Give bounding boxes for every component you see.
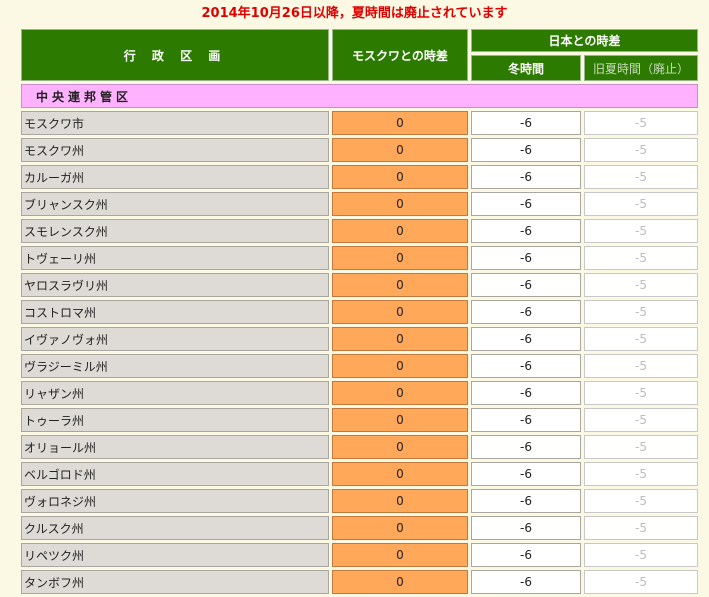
region-name-cell: コストロマ州: [21, 300, 329, 324]
moscow-diff-cell: 0: [332, 570, 468, 594]
region-name-cell: オリョール州: [21, 435, 329, 459]
table-row: コストロマ州 0 -6 -5: [21, 300, 698, 324]
table-row: リャザン州 0 -6 -5: [21, 381, 698, 405]
region-name-cell: クルスク州: [21, 516, 329, 540]
region-name-cell: モスクワ市: [21, 111, 329, 135]
winter-diff-cell: -6: [471, 219, 581, 243]
table-row: トヴェーリ州 0 -6 -5: [21, 246, 698, 270]
region-name-cell: リャザン州: [21, 381, 329, 405]
moscow-diff-cell: 0: [332, 273, 468, 297]
region-name-cell: タンボフ州: [21, 570, 329, 594]
summer-diff-cell: -5: [584, 354, 698, 378]
region-name-cell: カルーガ州: [21, 165, 329, 189]
summer-diff-cell: -5: [584, 246, 698, 270]
section-central-federal-district: 中央連邦管区: [21, 84, 698, 108]
table-row: カルーガ州 0 -6 -5: [21, 165, 698, 189]
winter-diff-cell: -6: [471, 516, 581, 540]
table-row: イヴァノヴォ州 0 -6 -5: [21, 327, 698, 351]
region-name-cell: ヴラジーミル州: [21, 354, 329, 378]
winter-diff-cell: -6: [471, 381, 581, 405]
table-row: ヴラジーミル州 0 -6 -5: [21, 354, 698, 378]
table-row: モスクワ州 0 -6 -5: [21, 138, 698, 162]
winter-diff-cell: -6: [471, 435, 581, 459]
summer-diff-cell: -5: [584, 516, 698, 540]
moscow-diff-cell: 0: [332, 246, 468, 270]
timezone-table: 行 政 区 画 モスクワとの時差 日本との時差 冬時間 旧夏時間（廃止） 中央連…: [18, 26, 701, 597]
region-header: 行 政 区 画: [21, 29, 329, 81]
winter-time-header: 冬時間: [471, 55, 581, 81]
dst-abolished-notice: 2014年10月26日以降，夏時間は廃止されています: [201, 6, 508, 21]
moscow-diff-cell: 0: [332, 381, 468, 405]
table-row: ヴォロネジ州 0 -6 -5: [21, 489, 698, 513]
moscow-diff-cell: 0: [332, 462, 468, 486]
winter-diff-cell: -6: [471, 408, 581, 432]
moscow-diff-cell: 0: [332, 111, 468, 135]
table-row: クルスク州 0 -6 -5: [21, 516, 698, 540]
summer-diff-cell: -5: [584, 138, 698, 162]
table-row: ヤロスラヴリ州 0 -6 -5: [21, 273, 698, 297]
winter-diff-cell: -6: [471, 192, 581, 216]
region-name-cell: スモレンスク州: [21, 219, 329, 243]
winter-diff-cell: -6: [471, 354, 581, 378]
region-name-cell: リペツク州: [21, 543, 329, 567]
table-row: スモレンスク州 0 -6 -5: [21, 219, 698, 243]
moscow-diff-cell: 0: [332, 354, 468, 378]
summer-diff-cell: -5: [584, 273, 698, 297]
table-row: タンボフ州 0 -6 -5: [21, 570, 698, 594]
moscow-diff-cell: 0: [332, 192, 468, 216]
winter-diff-cell: -6: [471, 246, 581, 270]
moscow-diff-cell: 0: [332, 543, 468, 567]
summer-diff-cell: -5: [584, 327, 698, 351]
summer-diff-cell: -5: [584, 408, 698, 432]
region-name-cell: イヴァノヴォ州: [21, 327, 329, 351]
summer-diff-cell: -5: [584, 462, 698, 486]
winter-diff-cell: -6: [471, 273, 581, 297]
table-row: ベルゴロド州 0 -6 -5: [21, 462, 698, 486]
winter-diff-cell: -6: [471, 165, 581, 189]
summer-diff-cell: -5: [584, 489, 698, 513]
winter-diff-cell: -6: [471, 300, 581, 324]
region-name-cell: ヤロスラヴリ州: [21, 273, 329, 297]
moscow-diff-cell: 0: [332, 516, 468, 540]
moscow-diff-cell: 0: [332, 489, 468, 513]
old-summer-time-header: 旧夏時間（廃止）: [584, 55, 698, 81]
moscow-diff-cell: 0: [332, 300, 468, 324]
region-name-cell: ベルゴロド州: [21, 462, 329, 486]
summer-diff-cell: -5: [584, 111, 698, 135]
table-row: トゥーラ州 0 -6 -5: [21, 408, 698, 432]
table-row: オリョール州 0 -6 -5: [21, 435, 698, 459]
summer-diff-cell: -5: [584, 165, 698, 189]
summer-diff-cell: -5: [584, 570, 698, 594]
moscow-diff-cell: 0: [332, 408, 468, 432]
winter-diff-cell: -6: [471, 543, 581, 567]
region-name-cell: ヴォロネジ州: [21, 489, 329, 513]
region-name-cell: モスクワ州: [21, 138, 329, 162]
winter-diff-cell: -6: [471, 489, 581, 513]
moscow-diff-cell: 0: [332, 219, 468, 243]
summer-diff-cell: -5: [584, 435, 698, 459]
region-name-cell: トゥーラ州: [21, 408, 329, 432]
summer-diff-cell: -5: [584, 300, 698, 324]
moscow-diff-cell: 0: [332, 165, 468, 189]
table-row: ブリャンスク州 0 -6 -5: [21, 192, 698, 216]
japan-diff-header: 日本との時差: [471, 29, 698, 52]
table-row: リペツク州 0 -6 -5: [21, 543, 698, 567]
moscow-diff-cell: 0: [332, 435, 468, 459]
moscow-diff-header: モスクワとの時差: [332, 29, 468, 81]
moscow-diff-cell: 0: [332, 138, 468, 162]
region-name-cell: トヴェーリ州: [21, 246, 329, 270]
summer-diff-cell: -5: [584, 381, 698, 405]
table-row: モスクワ市 0 -6 -5: [21, 111, 698, 135]
winter-diff-cell: -6: [471, 111, 581, 135]
winter-diff-cell: -6: [471, 570, 581, 594]
summer-diff-cell: -5: [584, 543, 698, 567]
region-name-cell: ブリャンスク州: [21, 192, 329, 216]
summer-diff-cell: -5: [584, 219, 698, 243]
summer-diff-cell: -5: [584, 192, 698, 216]
winter-diff-cell: -6: [471, 138, 581, 162]
winter-diff-cell: -6: [471, 327, 581, 351]
winter-diff-cell: -6: [471, 462, 581, 486]
moscow-diff-cell: 0: [332, 327, 468, 351]
